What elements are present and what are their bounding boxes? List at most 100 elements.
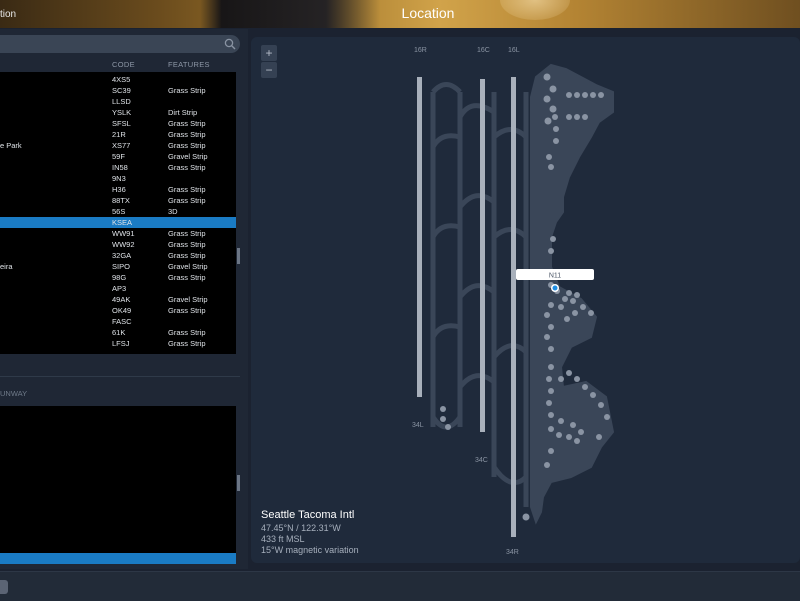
column-header-features[interactable]: FEATURES [168, 60, 210, 69]
airport-row[interactable]: LFSJ Grass Strip [0, 338, 236, 349]
airport-list-scrollbar[interactable] [237, 248, 240, 264]
airport-row[interactable]: 49AK Gravel Strip [0, 294, 236, 305]
airport-row-code: 21R [112, 130, 126, 139]
previous-screen-label[interactable]: tion [0, 9, 16, 20]
airport-row[interactable]: WW91 Grass Strip [0, 228, 236, 239]
magnetic-variation: 15°W magnetic variation [261, 545, 359, 555]
runway-label-16c: 16C [477, 47, 490, 54]
airport-row-code: LLSD [112, 97, 131, 106]
airport-row[interactable]: SC39 Grass Strip [0, 85, 236, 96]
search-input[interactable] [0, 35, 240, 53]
runway-label-34c: 34C [475, 457, 488, 464]
airport-row-name: eira [0, 262, 13, 271]
airport-name: Seattle Tacoma Intl [261, 509, 355, 521]
airport-row-features: Grass Strip [168, 130, 206, 139]
bottom-bar [0, 571, 800, 601]
section-divider [0, 376, 240, 377]
airport-row-code: 32GA [112, 251, 132, 260]
column-header-code[interactable]: CODE [112, 60, 135, 69]
airport-row-code: SIPO [112, 262, 130, 271]
airport-row-features: Grass Strip [168, 251, 206, 260]
airport-row-code: 59F [112, 152, 125, 161]
airport-row[interactable]: 32GA Grass Strip [0, 250, 236, 261]
airport-row-code: 88TX [112, 196, 130, 205]
airport-row[interactable]: IN58 Grass Strip [0, 162, 236, 173]
position-marker[interactable] [552, 285, 558, 291]
airport-row-features: Grass Strip [168, 141, 206, 150]
airport-row-features: 3D [168, 207, 178, 216]
zoom-out-button[interactable]: − [261, 62, 277, 78]
airport-row-name: e Park [0, 141, 22, 150]
airport-row-features: Grass Strip [168, 240, 206, 249]
terminal-area [530, 63, 615, 525]
airport-row-code: 98G [112, 273, 127, 282]
airport-row[interactable]: 59F Gravel Strip [0, 151, 236, 162]
airport-row-code: OK49 [112, 306, 132, 315]
airport-row-code: 9N3 [112, 174, 126, 183]
airport-row[interactable]: SFSL Grass Strip [0, 118, 236, 129]
airport-elevation: 433 ft MSL [261, 534, 305, 544]
airport-row[interactable]: 4XS5 [0, 74, 236, 85]
airport-row-features: Gravel Strip [168, 152, 208, 161]
airport-row[interactable]: e Park XS77 Grass Strip [0, 140, 236, 151]
back-button[interactable] [0, 580, 8, 594]
airport-row-code: KSEA [112, 218, 133, 227]
airport-coordinates: 47.45°N / 122.31°W [261, 523, 341, 533]
runway-label-16r: 16R [414, 47, 427, 54]
airport-row[interactable]: H36 Grass Strip [0, 184, 236, 195]
airport-row-features: Grass Strip [168, 339, 206, 348]
airport-row-code: WW91 [112, 229, 135, 238]
airport-row-features: Grass Strip [168, 273, 206, 282]
airport-row-code: LFSJ [112, 339, 130, 348]
airport-row-features: Grass Strip [168, 163, 206, 172]
runway-label-16l: 16L [508, 47, 520, 54]
airport-row-code: H36 [112, 185, 126, 194]
airport-row-features: Gravel Strip [168, 262, 208, 271]
airport-row[interactable]: AP3 [0, 283, 236, 294]
airport-row[interactable]: 61K Grass Strip [0, 327, 236, 338]
airport-row-features: Grass Strip [168, 86, 206, 95]
airport-row[interactable]: LLSD [0, 96, 236, 107]
airport-row-code: FASC [112, 317, 132, 326]
runway-label-34l: 34L [412, 422, 424, 429]
airport-row[interactable]: YSLK Dirt Strip [0, 107, 236, 118]
airport-row-code: YSLK [112, 108, 132, 117]
top-bar: tion Location [0, 0, 800, 28]
airport-row[interactable]: 56S 3D [0, 206, 236, 217]
airport-row-features: Gravel Strip [168, 295, 208, 304]
airport-row-code: IN58 [112, 163, 128, 172]
airport-row-features: Grass Strip [168, 306, 206, 315]
airport-row-features: Grass Strip [168, 119, 206, 128]
airport-list[interactable]: 4XS5 SC39 Grass Strip LLSD YSLK Dirt Strip SFS… [0, 72, 236, 354]
runway-label-34r: 34R [506, 549, 519, 556]
airport-row[interactable]: WW92 Grass Strip [0, 239, 236, 250]
page-title: Location [401, 5, 455, 21]
airport-row-code: SC39 [112, 86, 131, 95]
runway-list-selected-row[interactable] [0, 553, 236, 564]
airport-row[interactable]: 98G Grass Strip [0, 272, 236, 283]
airport-row[interactable]: KSEA [0, 217, 236, 228]
airport-row-code: WW92 [112, 240, 135, 249]
airport-row[interactable]: 21R Grass Strip [0, 129, 236, 140]
airport-row[interactable]: eira SIPO Gravel Strip [0, 261, 236, 272]
search-icon[interactable] [224, 38, 236, 50]
airport-row[interactable]: 88TX Grass Strip [0, 195, 236, 206]
airport-row[interactable]: FASC [0, 316, 236, 327]
airport-diagram[interactable]: 16R 16C 16L 34L 34C 34R N11 [251, 37, 800, 563]
airport-row-features: Grass Strip [168, 185, 206, 194]
zoom-in-button[interactable]: + [261, 45, 277, 61]
runway-list-scrollbar[interactable] [237, 475, 240, 491]
airport-row[interactable]: OK49 Grass Strip [0, 305, 236, 316]
airport-row-code: XS77 [112, 141, 131, 150]
airport-row-features: Grass Strip [168, 196, 206, 205]
airport-row-code: 4XS5 [112, 75, 131, 84]
airport-row-code: 49AK [112, 295, 131, 304]
airport-row-code: SFSL [112, 119, 131, 128]
airport-row-features: Grass Strip [168, 229, 206, 238]
airport-row[interactable]: 9N3 [0, 173, 236, 184]
runway-list[interactable] [0, 406, 236, 564]
airport-row-features: Dirt Strip [168, 108, 198, 117]
gate-label: N11 [549, 273, 561, 280]
airport-row-features: Grass Strip [168, 328, 206, 337]
runway-section-label: UNWAY [0, 389, 28, 398]
